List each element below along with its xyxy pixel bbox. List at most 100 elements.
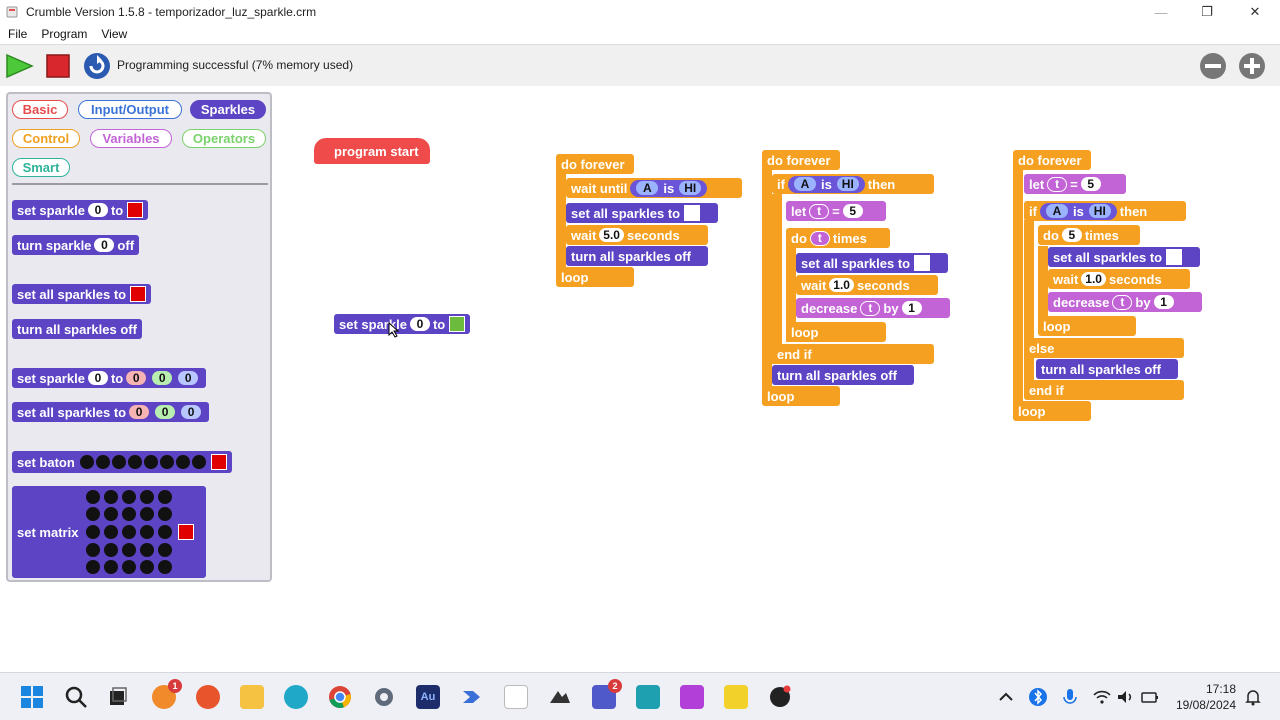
input-a[interactable]: A [1045, 204, 1068, 218]
wait-seconds-block[interactable]: wait 1.0 seconds [1048, 269, 1190, 289]
do-forever-block[interactable]: do forever [556, 154, 634, 174]
blue-value[interactable]: 0 [178, 371, 199, 385]
decrease-value[interactable]: 1 [1153, 295, 1174, 309]
turn-all-sparkles-off-block[interactable]: turn all sparkles off [772, 365, 914, 385]
color-swatch[interactable] [1166, 249, 1183, 265]
sparkle-index[interactable]: 0 [409, 317, 430, 331]
variable-t[interactable]: t [1112, 294, 1133, 310]
set-sparkle-block[interactable]: set sparkle 0 to [334, 314, 471, 334]
windows-start-icon[interactable] [20, 685, 44, 709]
sparkle-index[interactable]: 0 [94, 238, 115, 252]
end-if-block[interactable]: end if [772, 344, 934, 364]
let-value[interactable]: 5 [1080, 177, 1101, 191]
state-hi[interactable]: HI [836, 177, 859, 191]
bluetooth-icon[interactable] [1028, 685, 1048, 709]
times-value[interactable]: 5 [1061, 228, 1082, 242]
category-variables[interactable]: Variables [90, 129, 172, 148]
crumble-app-taskbar-icon[interactable] [504, 685, 528, 709]
category-sparkles[interactable]: Sparkles [190, 100, 266, 119]
if-block[interactable]: if A is HI then [772, 174, 934, 194]
green-value[interactable]: 0 [155, 405, 176, 419]
close-button[interactable]: ✕ [1232, 0, 1278, 24]
sparkle-index[interactable]: 0 [87, 371, 108, 385]
sticky-notes-icon[interactable] [724, 685, 748, 709]
turn-all-sparkles-off-block[interactable]: turn all sparkles off [566, 246, 708, 266]
let-value[interactable]: 5 [842, 204, 863, 218]
turn-all-sparkles-off-block[interactable]: turn all sparkles off [1036, 359, 1178, 379]
baton-led[interactable] [159, 455, 174, 469]
set-all-sparkles-block[interactable]: set all sparkles to [1048, 247, 1200, 267]
seconds-value[interactable]: 1.0 [829, 278, 854, 292]
input-a[interactable]: A [793, 177, 816, 191]
condition-a-is-hi[interactable]: A is HI [630, 179, 708, 197]
system-clock[interactable]: 17:18 19/08/2024 [1176, 681, 1236, 713]
decrease-t-block[interactable]: decrease t by 1 [796, 298, 950, 318]
volume-icon[interactable] [1116, 685, 1136, 709]
loop-end-block[interactable]: loop [1013, 401, 1091, 421]
variable-t[interactable]: t [860, 300, 881, 316]
notification-bell-icon[interactable] [1244, 685, 1262, 709]
do-times-block[interactable]: do t times [786, 228, 890, 248]
palette-turn-sparkle-off-block[interactable]: turn sparkle 0 off [12, 235, 140, 255]
red-value[interactable]: 0 [126, 371, 147, 385]
plugin-app-icon[interactable] [680, 685, 704, 709]
wait-seconds-block[interactable]: wait 5.0 seconds [566, 225, 708, 245]
color-swatch[interactable] [449, 316, 466, 332]
variable-t[interactable]: t [809, 230, 830, 246]
variable-t[interactable]: t [1047, 176, 1068, 192]
maximize-button[interactable]: ❐ [1184, 0, 1230, 24]
baton-led[interactable] [175, 455, 190, 469]
let-t-block[interactable]: let t = 5 [1024, 174, 1126, 194]
teams-icon[interactable]: 2 [592, 679, 622, 709]
baton-led[interactable] [111, 455, 126, 469]
decrease-value[interactable]: 1 [901, 301, 922, 315]
file-explorer-icon[interactable] [240, 685, 264, 709]
loop-end-block[interactable]: loop [556, 267, 634, 287]
firefox-icon[interactable] [196, 685, 220, 709]
color-swatch[interactable] [127, 202, 144, 218]
else-block[interactable]: else [1024, 338, 1184, 358]
microphone-icon[interactable] [1060, 685, 1080, 709]
palette-set-sparkle-rgb-block[interactable]: set sparkle 0 to 0 0 0 [12, 368, 207, 388]
palette-turn-all-sparkles-off-block[interactable]: turn all sparkles off [12, 319, 142, 339]
do-forever-block[interactable]: do forever [1013, 150, 1091, 170]
audition-icon[interactable]: Au [416, 685, 440, 709]
category-input-output[interactable]: Input/Output [78, 100, 182, 119]
chevron-up-icon[interactable] [996, 685, 1016, 709]
battery-icon[interactable] [1140, 685, 1160, 709]
do-times-block[interactable]: do 5 times [1038, 225, 1140, 245]
category-smart[interactable]: Smart [12, 158, 70, 177]
let-t-block[interactable]: let t = 5 [786, 201, 886, 221]
set-all-sparkles-block[interactable]: set all sparkles to [796, 253, 948, 273]
category-basic[interactable]: Basic [12, 100, 68, 119]
palette-set-all-sparkles-block[interactable]: set all sparkles to [12, 284, 152, 304]
inkscape-icon[interactable] [548, 685, 572, 709]
menu-program[interactable]: Program [41, 27, 87, 41]
state-hi[interactable]: HI [1088, 204, 1111, 218]
condition-a-is-hi[interactable]: A is HI [1039, 202, 1117, 220]
edge-icon[interactable] [284, 685, 308, 709]
edu-app-icon[interactable] [636, 685, 660, 709]
orange-app-icon[interactable]: 1 [152, 679, 182, 709]
baton-led[interactable] [143, 455, 158, 469]
search-icon[interactable] [64, 685, 88, 709]
wait-seconds-block[interactable]: wait 1.0 seconds [796, 275, 938, 295]
palette-set-all-sparkles-rgb-block[interactable]: set all sparkles to 0 0 0 [12, 402, 210, 422]
palette-set-sparkle-block[interactable]: set sparkle 0 to [12, 200, 149, 220]
palette-set-matrix-block[interactable]: set matrix [12, 486, 206, 578]
program-start-block[interactable]: program start [314, 138, 430, 164]
palette-set-baton-block[interactable]: set baton [12, 451, 232, 473]
baton-led[interactable] [127, 455, 142, 469]
color-swatch[interactable] [210, 454, 227, 470]
color-swatch[interactable] [684, 205, 701, 221]
if-block[interactable]: if A is HI then [1024, 201, 1186, 221]
run-icon[interactable] [4, 51, 34, 81]
seconds-value[interactable]: 5.0 [599, 228, 624, 242]
do-loop-end-block[interactable]: loop [786, 322, 886, 342]
zoom-out-icon[interactable] [1199, 52, 1227, 80]
category-control[interactable]: Control [12, 129, 80, 148]
settings-gear-icon[interactable] [372, 685, 396, 709]
matrix-grid[interactable] [84, 488, 174, 576]
do-forever-block[interactable]: do forever [762, 150, 840, 170]
wait-until-block[interactable]: wait until A is HI [566, 178, 742, 198]
